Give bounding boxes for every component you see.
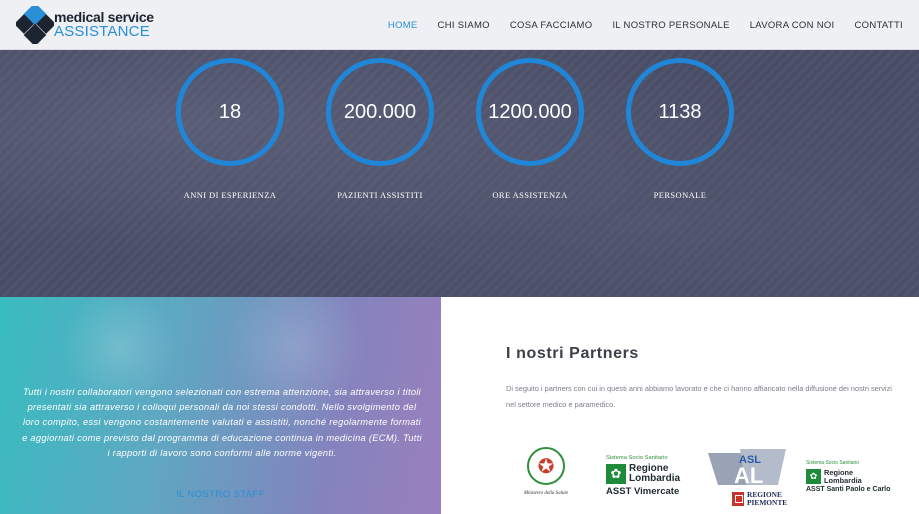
stat-personale: 1138 PERSONALE	[625, 58, 735, 200]
diamond-cross-logo-icon	[16, 6, 54, 44]
stat-label: ORE ASSISTENZA	[492, 190, 568, 200]
stat-ring: 18	[176, 58, 284, 166]
partners-description: Di seguito i partners con cui in questi …	[506, 384, 892, 409]
stat-ore-assistenza: 1200.000 ORE ASSISTENZA	[475, 58, 585, 200]
nav-il-nostro-personale[interactable]: IL NOSTRO PERSONALE	[612, 20, 729, 31]
nav-home[interactable]: HOME	[388, 20, 418, 31]
ministry-caption: Ministero della Salute	[523, 491, 569, 496]
stats-section: 18 ANNI DI ESPERIENZA 200.000 PAZIENTI A…	[0, 50, 919, 297]
rl-name2: Lombardia	[629, 473, 681, 484]
stat-value: 1200.000	[488, 100, 572, 123]
logo-line2: ASSISTANCE	[54, 23, 150, 40]
partner-logo-asst-santi-paolo-carlo[interactable]: Sistema Socio Sanitario ✿ Regione Lombar…	[806, 460, 890, 493]
partners-title: I nostri Partners	[506, 345, 639, 362]
stat-value: 1138	[658, 100, 702, 123]
partner-logo-asl-al[interactable]: ASL AL REGIONE PIEMONTE	[708, 449, 790, 511]
asl-sub-text: AL	[734, 463, 763, 487]
stat-anni-esperienza: 18 ANNI DI ESPERIENZA	[175, 58, 285, 200]
il-nostro-staff-link[interactable]: IL NOSTRO STAFF	[0, 489, 441, 500]
stat-ring: 1138	[626, 58, 734, 166]
site-header: medical service ASSISTANCE HOME CHI SIAM…	[0, 0, 919, 50]
stat-value: 18	[218, 100, 242, 123]
rl-small-label: Sistema Socio Sanitario	[606, 455, 668, 461]
asl-region2: PIEMONTE	[747, 497, 788, 507]
partner-logo-asst-vimercate[interactable]: Sistema Socio Sanitario ✿ Regione Lombar…	[606, 455, 680, 497]
rl-asst: ASST Vimercate	[606, 486, 680, 497]
italian-emblem-icon: ✪	[527, 447, 565, 485]
nav-chi-siamo[interactable]: CHI SIAMO	[438, 20, 490, 31]
partner-logo-ministero-salute[interactable]: ✪ Ministero della Salute	[516, 447, 576, 509]
rl-name2: Lombardia	[824, 475, 862, 485]
nav-contatti[interactable]: CONTATTI	[855, 20, 904, 31]
rl-small-label: Sistema Socio Sanitario	[806, 460, 860, 466]
lombardia-rose-icon: ✿	[606, 464, 626, 484]
stat-value: 200.000	[343, 100, 417, 123]
asl-al-logo-icon: ASL AL	[708, 449, 786, 487]
stat-label: PAZIENTI ASSISTITI	[337, 190, 423, 200]
partners-section: I nostri Partners Di seguito i partners …	[441, 297, 919, 514]
stat-ring: 1200.000	[476, 58, 584, 166]
site-logo[interactable]: medical service ASSISTANCE	[16, 6, 156, 44]
nav-cosa-facciamo[interactable]: COSA FACCIAMO	[510, 20, 593, 31]
rl-asst: ASST Santi Paolo e Carlo	[806, 486, 891, 493]
staff-description: Tutti i nostri collaboratori vengono sel…	[22, 387, 422, 458]
piemonte-flag-icon	[732, 491, 744, 506]
stat-ring: 200.000	[326, 58, 434, 166]
stat-label: ANNI DI ESPERIENZA	[183, 190, 277, 200]
main-nav: HOME CHI SIAMO COSA FACCIAMO IL NOSTRO P…	[388, 0, 903, 50]
stat-label: PERSONALE	[653, 190, 707, 200]
stat-pazienti-assistiti: 200.000 PAZIENTI ASSISTITI	[325, 58, 435, 200]
staff-promo-panel: Tutti i nostri collaboratori vengono sel…	[0, 297, 441, 514]
nav-lavora-con-noi[interactable]: LAVORA CON NOI	[750, 20, 835, 31]
lombardia-rose-icon: ✿	[806, 469, 821, 484]
